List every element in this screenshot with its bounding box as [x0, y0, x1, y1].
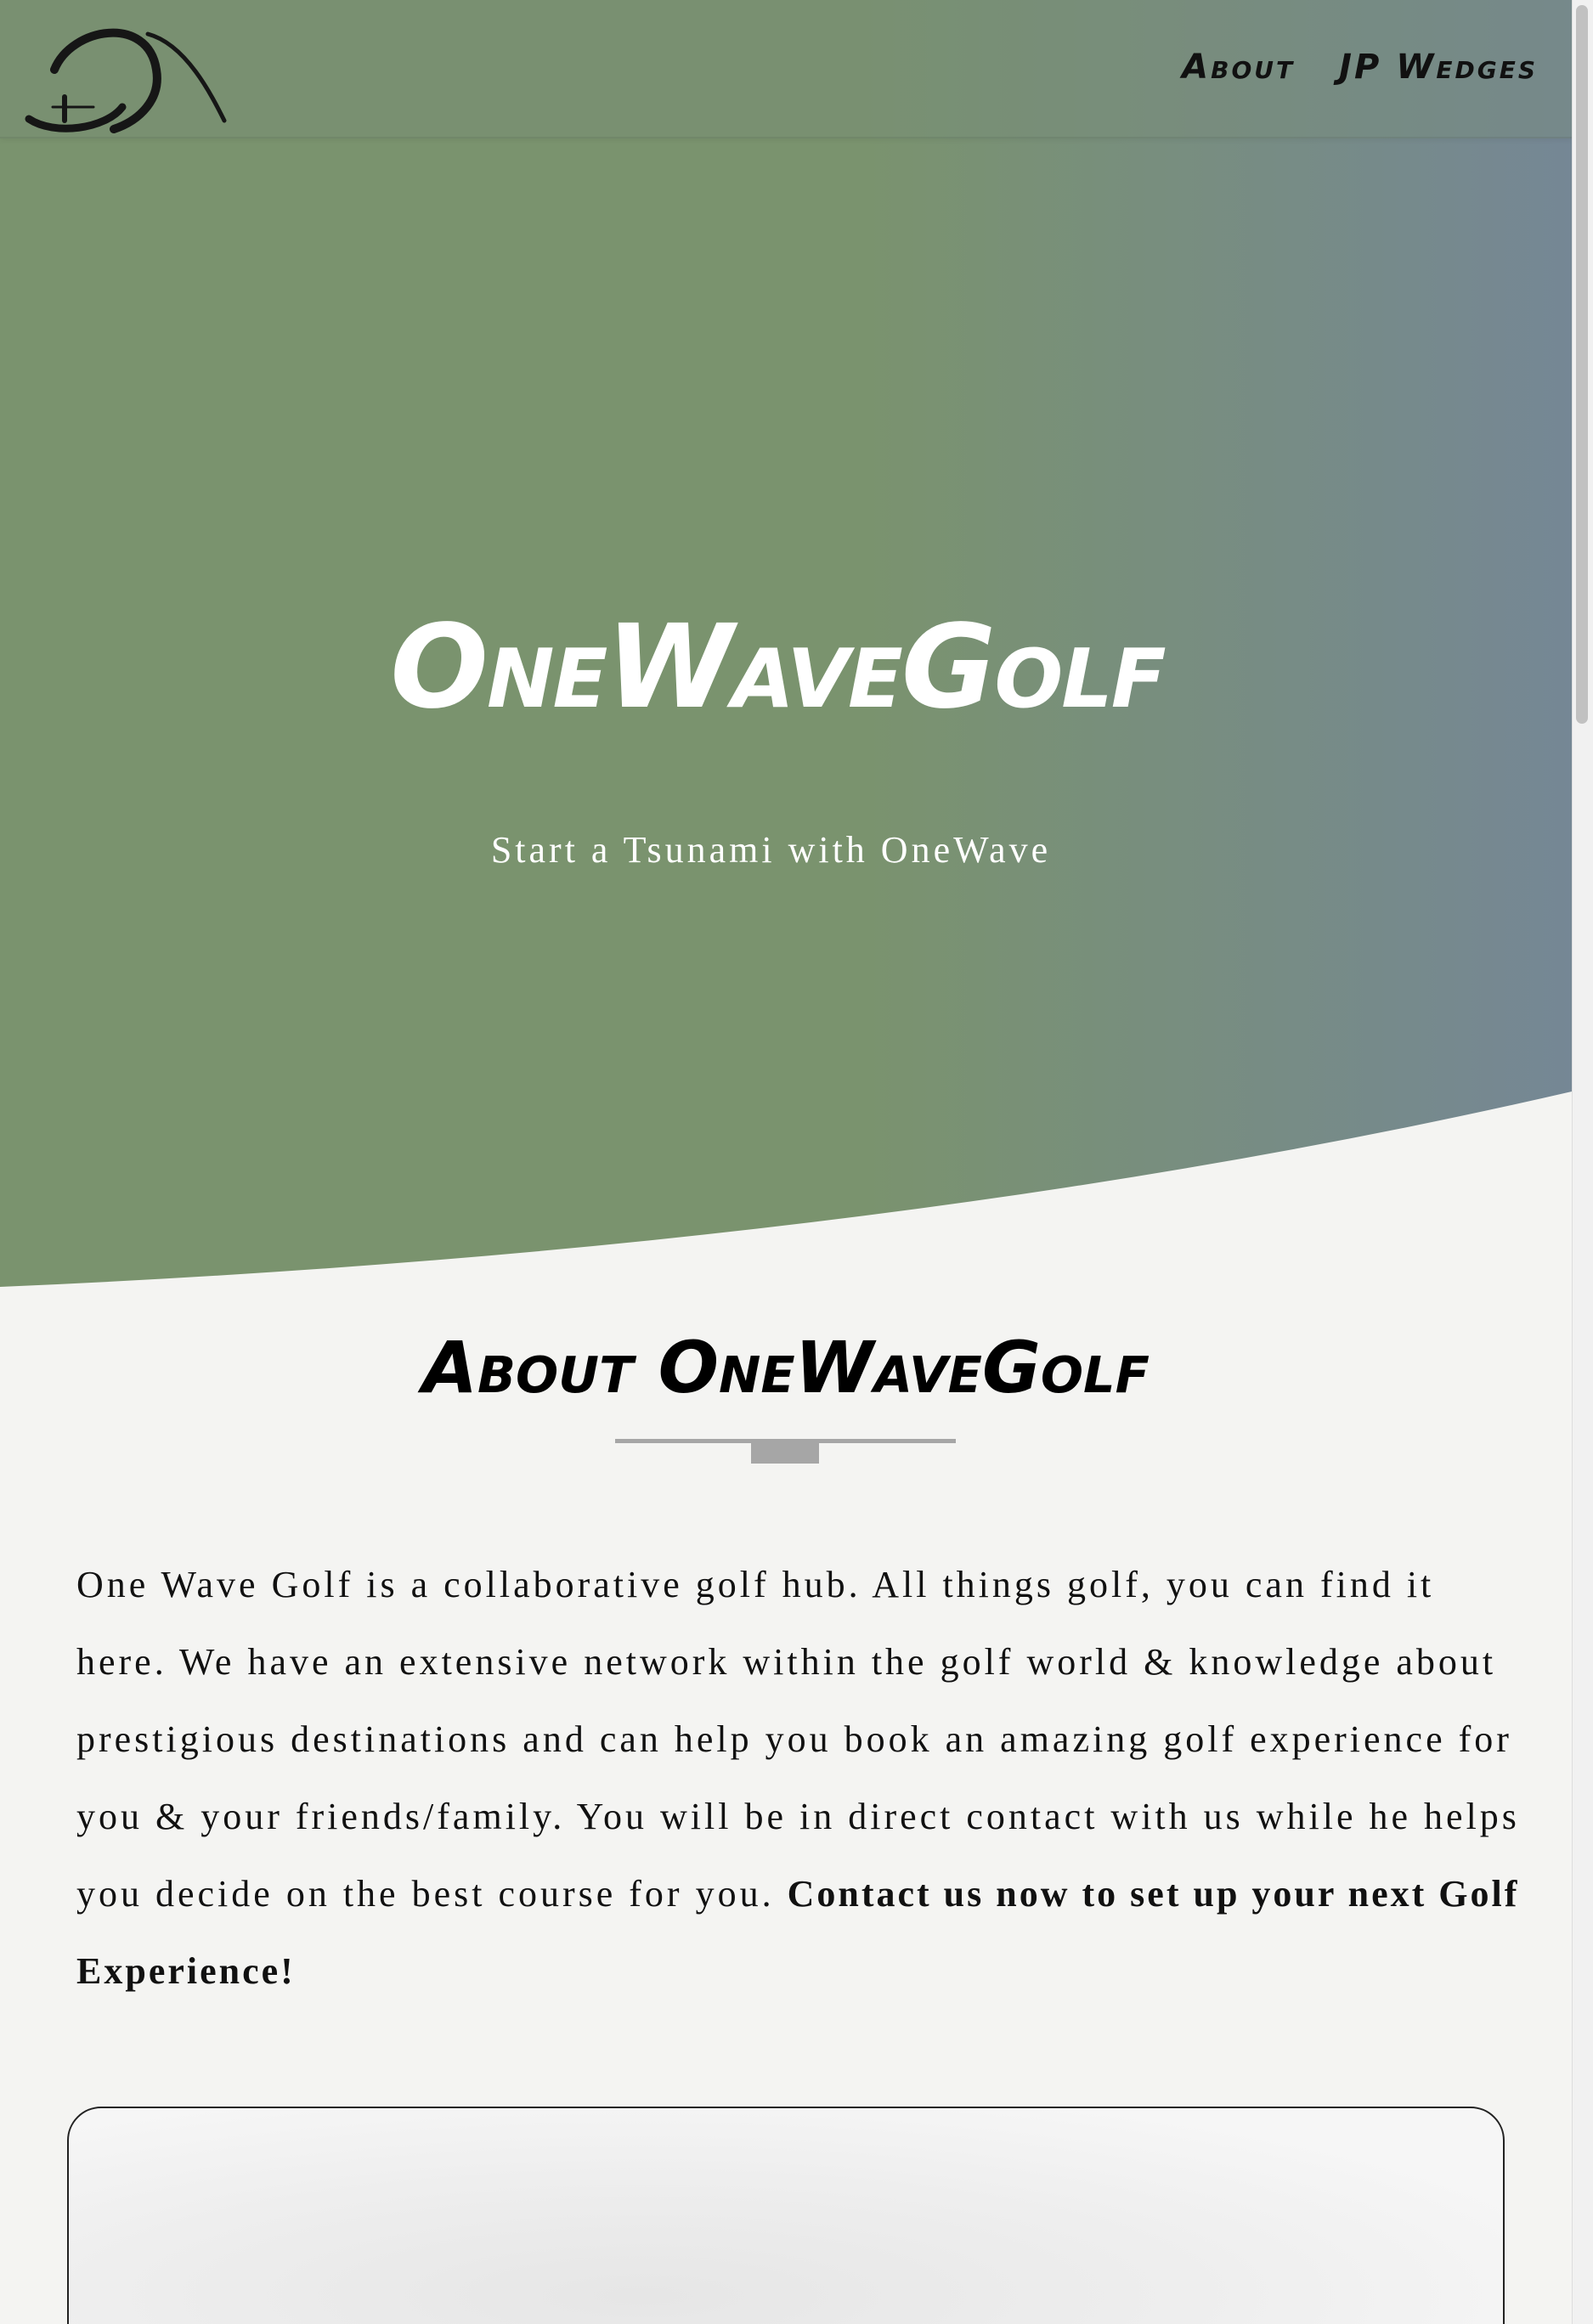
- about-body-text: One Wave Golf is a collaborative golf hu…: [76, 1564, 1520, 1915]
- scrollbar-thumb[interactable]: [1576, 5, 1588, 724]
- hero-wave-divider: [0, 1091, 1572, 1300]
- hero-tagline: Start a Tsunami with OneWave: [490, 829, 1052, 871]
- heading-divider-block: [751, 1441, 819, 1464]
- hero-title: OneWaveGolf: [390, 601, 1166, 735]
- nav-link-jp-wedges[interactable]: JP Wedges: [1339, 48, 1538, 87]
- page: About JP Wedges OneWaveGolf Start a Tsun…: [0, 0, 1593, 2324]
- about-paragraph: One Wave Golf is a collaborative golf hu…: [76, 1546, 1521, 2010]
- about-heading: About OneWaveGolf: [422, 1326, 1150, 1409]
- top-nav-bar: About JP Wedges: [0, 0, 1572, 138]
- nav-links: About JP Wedges: [1182, 48, 1538, 87]
- nav-link-about[interactable]: About: [1182, 48, 1295, 87]
- featured-image-card: [67, 2107, 1505, 2324]
- onewave-logo-icon[interactable]: [20, 19, 229, 138]
